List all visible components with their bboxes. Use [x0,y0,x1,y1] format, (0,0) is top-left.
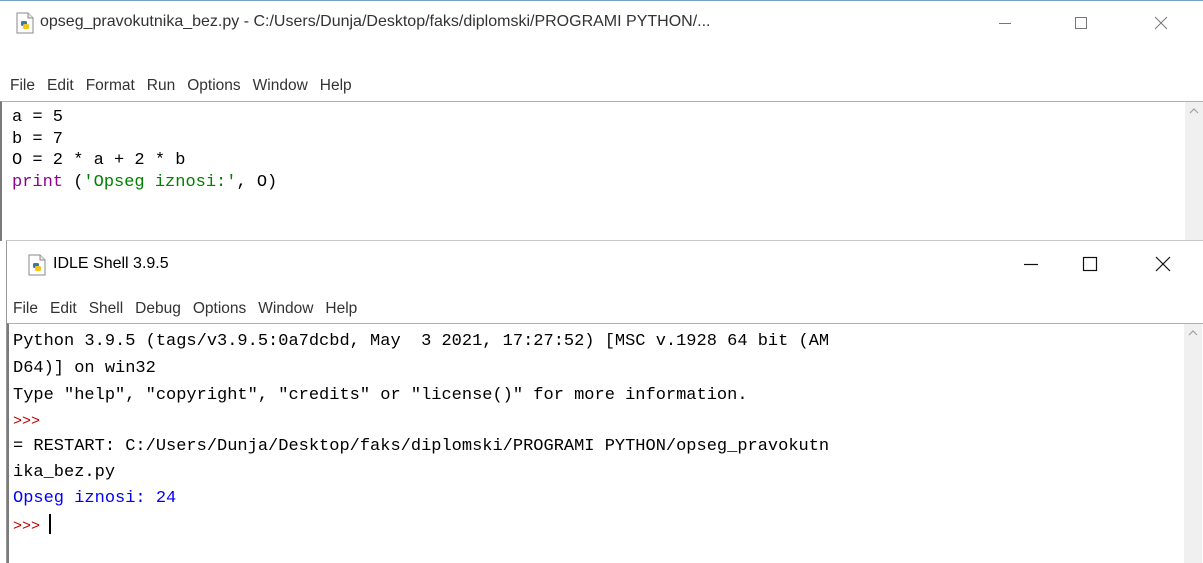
menu-edit[interactable]: Edit [41,77,80,95]
code-rest: , O) [236,172,278,192]
code-line-2: b = 7 [12,129,64,149]
editor-text-area[interactable]: a = 5 b = 7 O = 2 * a + 2 * b print ('Op… [0,101,1203,241]
menu-edit[interactable]: Edit [44,300,83,318]
minimize-icon [999,23,1011,24]
shell-prompt-1: >>> [13,413,41,430]
menu-options[interactable]: Options [181,77,246,95]
maximize-button[interactable] [1058,1,1104,45]
close-button[interactable] [1138,1,1184,45]
shell-output-line: Opseg iznosi: 24 [13,489,177,508]
code-keyword-print: print [12,172,64,192]
shell-menubar: File Edit Shell Debug Options Window Hel… [7,296,363,322]
menu-debug[interactable]: Debug [129,300,187,318]
text-cursor [49,514,52,534]
shell-titlebar[interactable]: IDLE Shell 3.9.5 [7,241,1203,287]
menu-file[interactable]: File [7,300,44,318]
editor-titlebar[interactable]: opseg_pravokutnika_bez.py - C:/Users/Dun… [0,1,1203,45]
minimize-button[interactable] [982,1,1028,45]
shell-banner-line-2: D64)] on win32 [13,359,156,378]
code-line-1: a = 5 [12,108,64,127]
shell-minimize-button[interactable] [1008,241,1054,287]
close-icon [1155,256,1171,272]
code-string: 'Opseg iznosi:' [83,172,237,192]
python-file-icon [26,254,48,276]
shell-prompt-2-line[interactable]: >>> [13,514,52,538]
code-open-paren: ( [63,172,84,192]
shell-title: IDLE Shell 3.9.5 [53,255,169,272]
menu-help[interactable]: Help [319,300,363,318]
shell-banner-line-3: Type "help", "copyright", "credits" or "… [13,386,748,405]
shell-scrollbar[interactable] [1184,324,1202,563]
editor-scrollbar[interactable] [1185,102,1203,241]
maximize-icon [1075,17,1087,29]
scroll-up-icon[interactable] [1184,324,1202,342]
shell-prompt-2: >>> [13,518,41,535]
editor-title: opseg_pravokutnika_bez.py - C:/Users/Dun… [40,13,711,30]
minimize-icon [1024,263,1038,266]
shell-maximize-button[interactable] [1067,241,1113,287]
close-icon [1154,16,1168,30]
menu-help[interactable]: Help [314,77,358,95]
menu-file[interactable]: File [4,77,41,95]
menu-format[interactable]: Format [80,77,141,95]
code-line-4: print ('Opseg iznosi:', O) [12,172,277,194]
shell-restart-line-1: = RESTART: C:/Users/Dunja/Desktop/faks/d… [13,437,830,456]
menu-run[interactable]: Run [141,77,181,95]
shell-close-button[interactable] [1140,241,1186,287]
shell-text-area[interactable]: Python 3.9.5 (tags/v3.9.5:0a7dcbd, May 3… [7,323,1203,563]
scroll-up-icon[interactable] [1185,102,1203,120]
shell-restart-line-2: ika_bez.py [13,463,116,482]
python-file-icon [14,12,36,34]
code-line-3: O = 2 * a + 2 * b [12,151,186,170]
menu-window[interactable]: Window [247,77,314,95]
menu-window[interactable]: Window [252,300,319,318]
shell-window: IDLE Shell 3.9.5 File Edit Shell Debug O… [6,240,1203,563]
menu-shell[interactable]: Shell [83,300,129,318]
editor-menubar: File Edit Format Run Options Window Help [4,73,358,99]
shell-banner-line-1: Python 3.9.5 (tags/v3.9.5:0a7dcbd, May 3… [13,332,830,351]
menu-options[interactable]: Options [187,300,252,318]
maximize-icon [1082,256,1098,272]
